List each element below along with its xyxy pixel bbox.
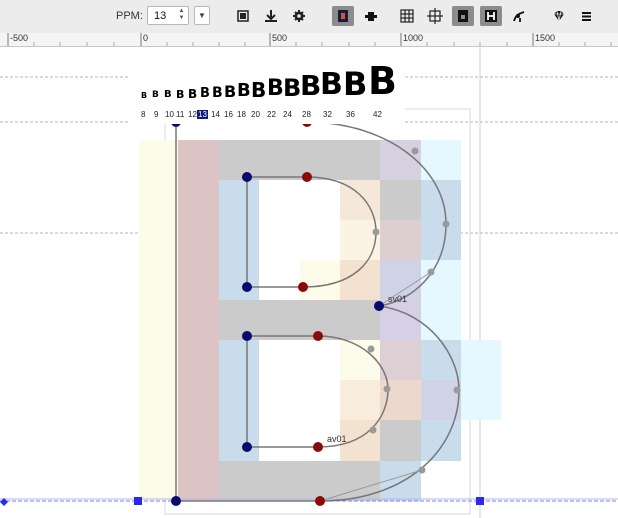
waterfall-size[interactable]: 8 [141,110,145,119]
waterfall-size[interactable]: 42 [373,110,382,119]
ppm-value: 13 [154,10,167,22]
ruler-label: -500 [10,33,29,43]
preview-icon [237,10,249,22]
waterfall-size[interactable]: 24 [283,110,292,119]
ruler-ticks [7,33,612,46]
waterfall-glyph: B [212,85,223,101]
menu-button[interactable] [576,6,598,26]
outline-fill-button[interactable] [332,6,354,26]
waterfall-size-selected[interactable]: 13 [197,110,208,119]
waterfall-size[interactable]: 32 [323,110,332,119]
waterfall-glyph: B [141,91,148,100]
waterfall-glyph: B [164,89,172,100]
size-waterfall: B B B B B B B B B B B B B B B B 8 9 10 1… [130,58,405,124]
hinted-icon [485,10,497,22]
toolbar: PPM: 13 ▲ ▼ ▼ [0,0,618,34]
waterfall-size[interactable]: 28 [302,110,311,119]
waterfall-glyph: B [188,87,198,101]
settings-icon [293,10,305,22]
waterfall-glyph: B [224,82,237,101]
curve-tool-icon [513,11,525,22]
ppm-input[interactable]: 13 ▲ ▼ [147,6,189,25]
waterfall-size[interactable]: 9 [154,110,158,119]
hinting-icon [265,10,277,22]
ppm-stepper[interactable]: ▲ ▼ [177,8,186,23]
anchor-grid-button[interactable] [424,6,446,26]
waterfall-size[interactable]: 20 [251,110,260,119]
preview-button[interactable] [232,6,254,26]
glyph-icon [554,10,564,22]
ppm-dropdown[interactable]: ▼ [194,6,210,25]
settings-button[interactable] [288,6,310,26]
waterfall-glyph: B [251,78,267,102]
waterfall-size[interactable]: 11 [176,110,184,119]
curve-tool-button[interactable] [508,6,530,26]
blackfill-button[interactable] [452,6,474,26]
waterfall-glyph: B [176,88,185,101]
waterfall-size[interactable]: 10 [165,110,174,119]
waterfall-glyph: B [152,90,159,100]
waterfall-glyph: B [283,74,302,102]
grid-button[interactable] [396,6,418,26]
waterfall-glyph: B [267,76,284,101]
hinting-button[interactable] [260,6,282,26]
outline-fill-icon [338,10,348,22]
waterfall-glyph: B [300,69,322,102]
waterfall-glyph: B [368,59,397,103]
menu-icon [582,12,591,21]
waterfall-glyph: B [200,86,210,101]
stepper-up-icon[interactable]: ▲ [177,8,186,15]
hinted-button[interactable] [480,6,502,26]
waterfall-size[interactable]: 18 [237,110,246,119]
left-sidebearing-handle[interactable] [134,497,142,505]
ruler-label: 500 [272,33,288,43]
waterfall-glyph: B [343,65,368,103]
horizontal-ruler[interactable]: -500 0 500 1000 1500 [0,33,618,47]
point-label-av: av01 [327,434,347,444]
ruler-label: 1000 [403,33,424,43]
waterfall-size[interactable]: 36 [346,110,355,119]
anchor-grid-icon [427,8,443,24]
waterfall-glyph: B [320,67,343,102]
grid-icon [400,9,414,23]
contour-add-icon [365,12,377,21]
waterfall-size[interactable]: 22 [267,110,276,119]
waterfall-size[interactable]: 14 [211,110,220,119]
waterfall-size[interactable]: 12 [188,110,197,119]
contour-add-button[interactable] [360,6,382,26]
point-label-sv: sv01 [388,294,407,304]
glyph-button[interactable] [548,6,570,26]
ppm-label: PPM: [116,10,143,22]
waterfall-size[interactable]: 16 [224,110,233,119]
glyph-canvas[interactable]: sv01 av01 B B B B B B B B B B B B B B B … [0,47,618,518]
blackfill-icon [458,10,468,22]
waterfall-glyph: B [237,80,251,101]
ruler-label: 0 [143,33,149,43]
ruler-label: 1500 [535,33,556,43]
advance-width-handle[interactable] [476,497,484,505]
stepper-down-icon[interactable]: ▼ [177,15,186,22]
